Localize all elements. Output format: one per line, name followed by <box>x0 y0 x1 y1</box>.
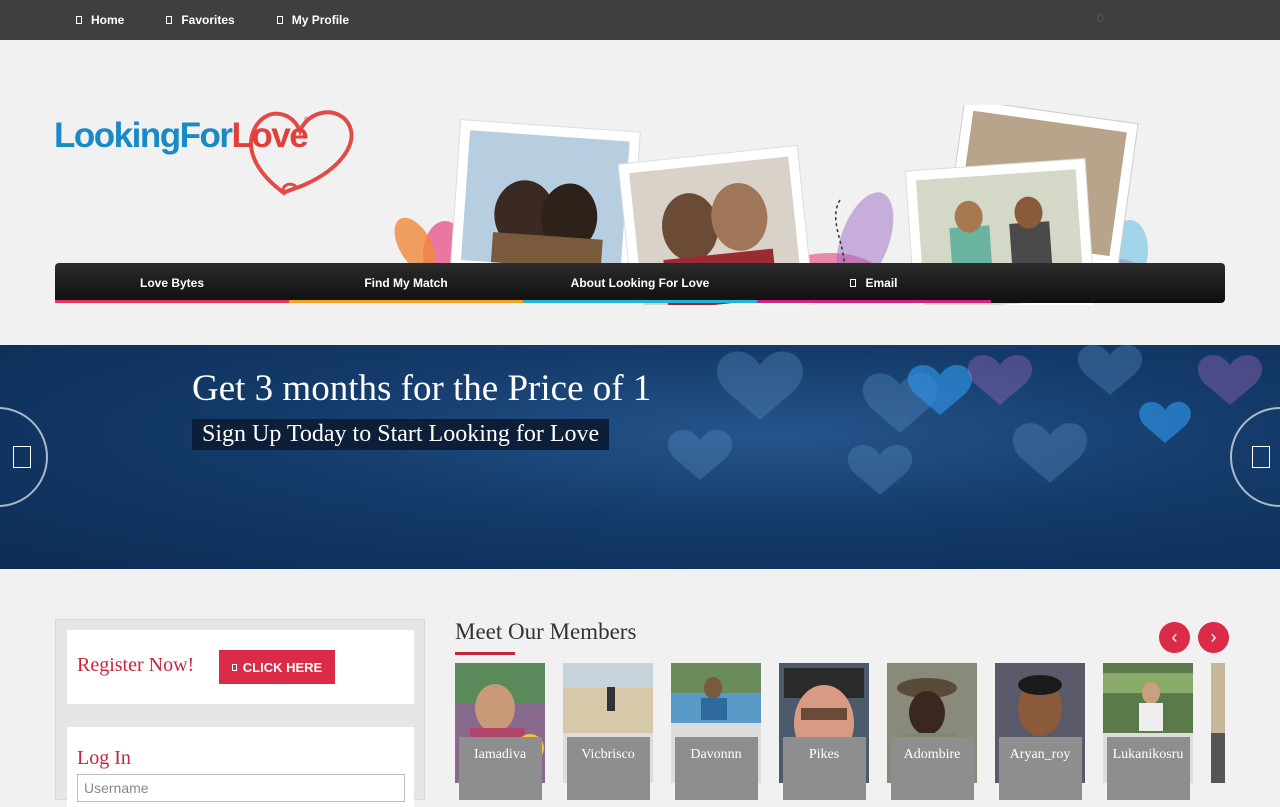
email-icon <box>850 279 857 287</box>
member-photo <box>1211 663 1225 783</box>
members-title: Meet Our Members <box>455 619 637 644</box>
top-bar: Home Favorites My Profile 0 <box>0 0 1280 40</box>
register-title: Register Now! <box>77 654 195 676</box>
register-box: Register Now! CLICK HERE <box>67 630 414 704</box>
mainnav-email-label: Email <box>865 276 898 290</box>
top-nav: Home Favorites My Profile <box>76 0 391 40</box>
profile-icon <box>276 16 283 24</box>
register-button-label: CLICK HERE <box>242 659 323 675</box>
chevron-right-icon: › <box>1210 627 1217 647</box>
member-name: Vicbrisco <box>581 747 635 762</box>
topnav-my-profile[interactable]: My Profile <box>276 0 350 40</box>
members-prev-button[interactable]: ‹ <box>1159 622 1190 653</box>
member-card[interactable]: Lukanikosru <box>1103 663 1193 800</box>
login-box: Log In <box>67 727 414 807</box>
mainnav-find-my-match-underline <box>289 300 523 303</box>
topnav-favorites[interactable]: Favorites <box>166 0 235 40</box>
next-arrow-icon <box>1252 446 1270 468</box>
mainnav-love-bytes-underline <box>55 300 289 303</box>
member-card[interactable]: Iamadiva <box>455 663 545 800</box>
member-name: Iamadiva <box>473 747 527 762</box>
members-next-button[interactable]: › <box>1198 622 1229 653</box>
chevron-left-icon: ‹ <box>1171 627 1178 647</box>
logo-registered-mark: ® <box>304 117 310 124</box>
header: LookingForLove ® Love Bytes Find My Matc… <box>0 40 1280 345</box>
member-name: Aryan_roy <box>1009 747 1071 762</box>
members-title-underline <box>455 652 515 655</box>
topnav-favorites-label: Favorites <box>181 13 235 27</box>
mainnav-about-underline <box>523 300 757 303</box>
username-input[interactable] <box>77 774 405 802</box>
member-card[interactable]: Adombire <box>887 663 977 800</box>
banner-title: Get 3 months for the Price of 1 <box>192 368 652 409</box>
mainnav-about[interactable]: About Looking For Love <box>523 263 757 303</box>
sidebar-panel: Register Now! CLICK HERE Log In <box>55 619 425 807</box>
logo-text-love: Love <box>231 116 308 155</box>
mainnav-love-bytes[interactable]: Love Bytes <box>55 263 289 303</box>
main-nav: Love Bytes Find My Match About Looking F… <box>55 263 1225 303</box>
topnav-home-label: Home <box>91 13 125 27</box>
login-title: Log In <box>77 747 131 769</box>
logo-text-looking: Looking <box>54 116 181 155</box>
promo-banner: Get 3 months for the Price of 1 Sign Up … <box>0 345 1280 569</box>
favorites-icon <box>166 16 173 24</box>
member-name: Davonnn <box>690 747 742 762</box>
mainnav-email[interactable]: Email <box>757 263 991 303</box>
mainnav-email-underline <box>757 300 991 303</box>
register-button-icon <box>231 663 237 671</box>
member-name: Adombire <box>903 747 961 762</box>
prev-arrow-icon <box>13 446 31 468</box>
member-card[interactable]: Davonnn <box>671 663 761 800</box>
member-card-partial[interactable] <box>1211 663 1225 800</box>
member-card[interactable]: Aryan_roy <box>995 663 1085 800</box>
register-click-here-button[interactable]: CLICK HERE <box>219 650 335 684</box>
site-logo[interactable]: LookingForLove ® <box>54 73 354 196</box>
member-name: Pikes <box>808 747 840 762</box>
topnav-home[interactable]: Home <box>76 0 124 40</box>
logo-text-for: For <box>179 116 233 155</box>
member-card[interactable]: Pikes <box>779 663 869 800</box>
banner-subtitle: Sign Up Today to Start Looking for Love <box>192 419 610 450</box>
logo-text: LookingForLove <box>54 116 309 155</box>
cart-count[interactable]: 0 <box>1097 11 1104 25</box>
member-name: Lukanikosru <box>1112 747 1184 762</box>
mainnav-find-my-match-label: Find My Match <box>364 276 448 290</box>
home-icon <box>76 16 82 24</box>
mainnav-love-bytes-label: Love Bytes <box>139 276 205 290</box>
mainnav-find-my-match[interactable]: Find My Match <box>289 263 523 303</box>
member-card[interactable]: Vicbrisco <box>563 663 653 800</box>
topnav-my-profile-label: My Profile <box>291 13 350 27</box>
mainnav-about-label: About Looking For Love <box>570 276 710 290</box>
